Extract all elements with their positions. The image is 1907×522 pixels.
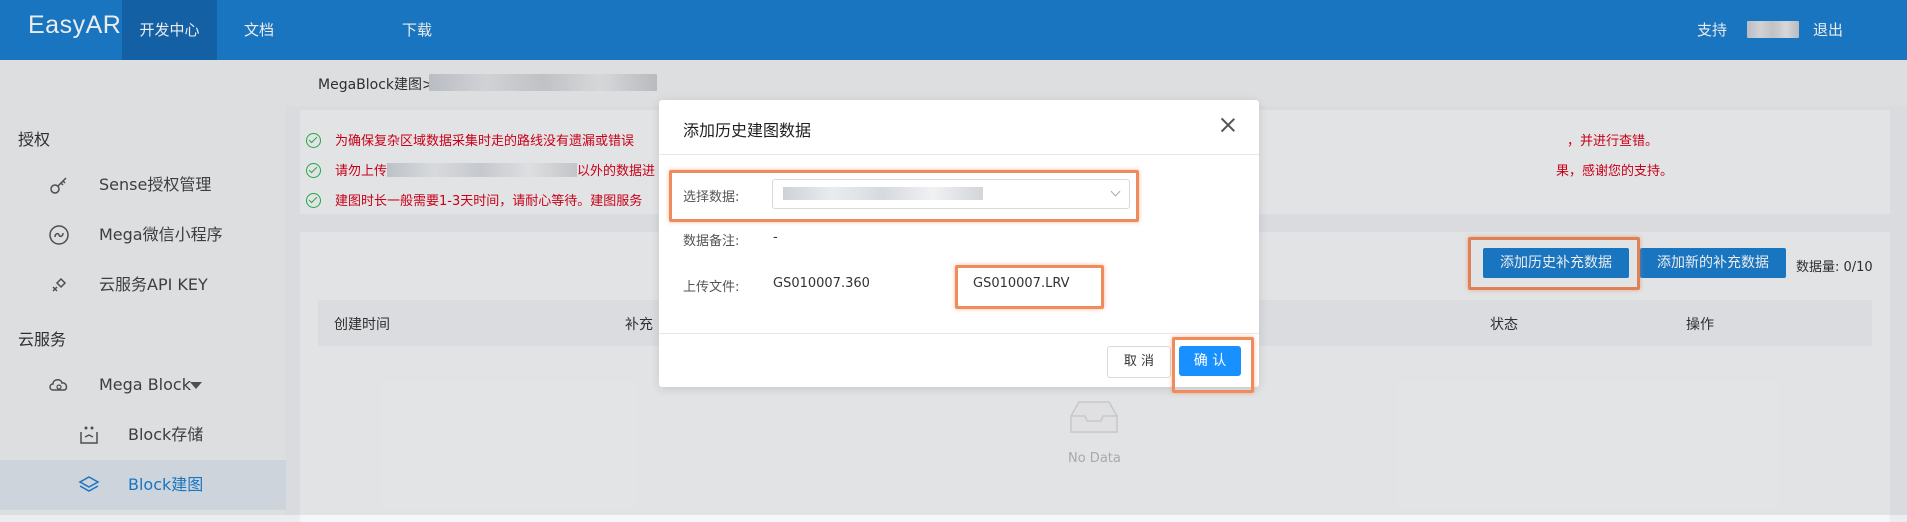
file-360[interactable]: GS010007.360 bbox=[773, 276, 870, 291]
remark-value: - bbox=[773, 230, 778, 245]
modal-header-divider bbox=[659, 154, 1259, 155]
remark-label: 数据备注: bbox=[683, 234, 740, 249]
highlight-confirm bbox=[1172, 337, 1254, 393]
modal-footer-divider bbox=[659, 333, 1259, 334]
highlight-select-data bbox=[669, 170, 1139, 222]
upload-file-label: 上传文件: bbox=[683, 280, 740, 295]
modal-title: 添加历史建图数据 bbox=[683, 121, 812, 140]
cancel-button[interactable]: 取 消 bbox=[1107, 346, 1171, 378]
highlight-lrv-file bbox=[955, 265, 1104, 309]
close-icon[interactable] bbox=[1220, 117, 1236, 133]
add-history-data-modal: 添加历史建图数据 选择数据: 数据备注: - 上传文件: GS010007.36… bbox=[659, 100, 1259, 387]
